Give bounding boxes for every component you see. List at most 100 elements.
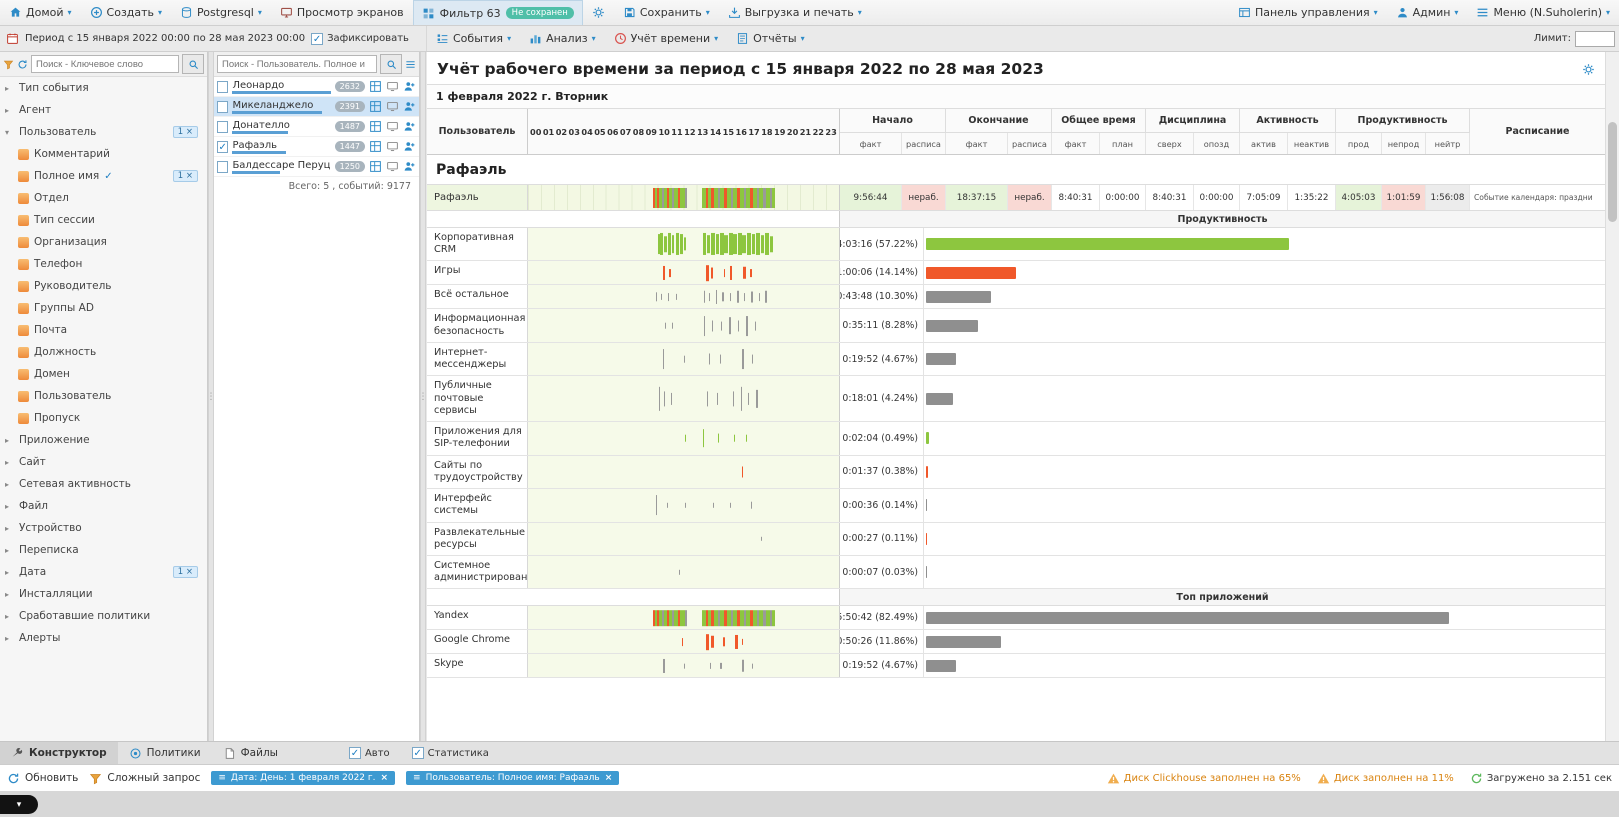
add-user-filter-icon[interactable] bbox=[403, 80, 416, 93]
save-button[interactable]: Сохранить ▾ bbox=[614, 0, 719, 25]
admin-button[interactable]: Админ ▾ bbox=[1387, 0, 1468, 25]
filter-count-badge[interactable]: 1 × bbox=[172, 566, 198, 578]
postgresql-button[interactable]: Postgresql ▾ bbox=[171, 0, 271, 25]
expander-icon[interactable]: ▸ bbox=[5, 458, 14, 467]
tree-item[interactable]: Домен bbox=[0, 363, 207, 385]
screens-icon[interactable] bbox=[386, 80, 399, 93]
search-button[interactable] bbox=[182, 54, 204, 74]
refresh-button[interactable]: Обновить bbox=[7, 772, 78, 785]
user-checkbox[interactable]: ✓ bbox=[217, 140, 229, 153]
expander-icon[interactable]: ▸ bbox=[5, 436, 14, 445]
tree-item[interactable]: Телефон bbox=[0, 253, 207, 275]
screens-icon[interactable] bbox=[386, 120, 399, 133]
events-table-icon[interactable] bbox=[369, 100, 382, 113]
list-item[interactable]: ✓ Рафаэль 1447 bbox=[214, 137, 419, 157]
list-item[interactable]: Донателло 1487 bbox=[214, 117, 419, 137]
reports-menu[interactable]: Отчёты ▾ bbox=[727, 32, 813, 45]
tree-item[interactable]: ▸ Переписка bbox=[0, 539, 207, 561]
tab-file[interactable]: Файлы bbox=[212, 742, 289, 764]
screens-icon[interactable] bbox=[386, 140, 399, 153]
expander-icon[interactable]: ▸ bbox=[5, 568, 14, 577]
time-tracking-menu[interactable]: Учёт времени ▾ bbox=[605, 32, 728, 45]
panel-splitter-2[interactable]: ⋮ bbox=[419, 52, 428, 741]
create-button[interactable]: Создать ▾ bbox=[81, 0, 172, 25]
add-user-filter-icon[interactable] bbox=[403, 160, 416, 173]
tree-item[interactable]: Группы AD bbox=[0, 297, 207, 319]
filter-chip[interactable]: ≡ Пользователь: Полное имя: Рафаэль × bbox=[406, 771, 620, 785]
tree-item[interactable]: Отдел bbox=[0, 187, 207, 209]
filter-chip[interactable]: ≡ Дата: День: 1 февраля 2022 г. × bbox=[211, 771, 396, 785]
tree-item[interactable]: Почта bbox=[0, 319, 207, 341]
expander-icon[interactable]: ▸ bbox=[5, 84, 14, 93]
option-checkbox[interactable]: ✓ Авто bbox=[348, 747, 390, 759]
list-item[interactable]: Микеланджело 2391 bbox=[214, 97, 419, 117]
tree-item[interactable]: ▸ Приложение bbox=[0, 429, 207, 451]
expander-icon[interactable]: ▸ bbox=[5, 590, 14, 599]
screens-icon[interactable] bbox=[386, 160, 399, 173]
add-user-filter-icon[interactable] bbox=[403, 140, 416, 153]
tree-item[interactable]: Тип сессии bbox=[0, 209, 207, 231]
tree-item[interactable]: Пропуск bbox=[0, 407, 207, 429]
tree-item[interactable]: ▾ Пользователь 1 × bbox=[0, 121, 207, 143]
chip-close-icon[interactable]: × bbox=[381, 773, 389, 783]
events-table-icon[interactable] bbox=[369, 80, 382, 93]
tree-item[interactable]: ▸ Сработавшие политики bbox=[0, 605, 207, 627]
filter-tab[interactable]: Фильтр 63 Не сохранен bbox=[412, 0, 583, 25]
control-panel-button[interactable]: Панель управления ▾ bbox=[1229, 0, 1387, 25]
tree-item[interactable]: ▸ Сетевая активность bbox=[0, 473, 207, 495]
option-checkbox[interactable]: ✓ Статистика bbox=[411, 747, 489, 759]
add-user-filter-icon[interactable] bbox=[403, 100, 416, 113]
user-search-button[interactable] bbox=[380, 54, 402, 74]
filter-settings-button[interactable] bbox=[583, 0, 614, 25]
events-table-icon[interactable] bbox=[369, 140, 382, 153]
advanced-query-button[interactable]: Сложный запрос bbox=[89, 772, 200, 785]
tree-item[interactable]: ▸ Устройство bbox=[0, 517, 207, 539]
tree-item[interactable]: ▸ Дата 1 × bbox=[0, 561, 207, 583]
tree-item[interactable]: ▸ Файл bbox=[0, 495, 207, 517]
events-menu[interactable]: События ▾ bbox=[427, 32, 520, 45]
list-item[interactable]: Леонардо 2632 bbox=[214, 77, 419, 97]
add-user-filter-icon[interactable] bbox=[403, 120, 416, 133]
tree-item[interactable]: ▸ Тип события bbox=[0, 77, 207, 99]
screens-icon[interactable] bbox=[386, 100, 399, 113]
expander-icon[interactable]: ▾ bbox=[5, 128, 14, 137]
expander-icon[interactable]: ▸ bbox=[5, 502, 14, 511]
user-checkbox[interactable] bbox=[217, 100, 229, 113]
tree-item[interactable]: Организация bbox=[0, 231, 207, 253]
expander-icon[interactable]: ▸ bbox=[5, 612, 14, 621]
list-menu-icon[interactable] bbox=[405, 59, 416, 70]
export-print-button[interactable]: Выгрузка и печать ▾ bbox=[719, 0, 871, 25]
main-scrollbar[interactable] bbox=[1605, 52, 1619, 741]
tree-item[interactable]: Должность bbox=[0, 341, 207, 363]
tab-wrench[interactable]: Конструктор bbox=[0, 742, 118, 764]
events-table-icon[interactable] bbox=[369, 120, 382, 133]
tab-target[interactable]: Политики bbox=[118, 742, 212, 764]
filter-count-badge[interactable]: 1 × bbox=[172, 170, 198, 182]
analysis-menu[interactable]: Анализ ▾ bbox=[520, 32, 605, 45]
user-search-input[interactable] bbox=[217, 55, 377, 73]
user-checkbox[interactable] bbox=[217, 120, 229, 133]
tree-item[interactable]: Комментарий bbox=[0, 143, 207, 165]
scrollbar-thumb[interactable] bbox=[1608, 122, 1617, 222]
list-item[interactable]: Балдессаре Перуцци1250 bbox=[214, 157, 419, 177]
fix-period-checkbox[interactable]: ✓ Зафиксировать bbox=[311, 32, 409, 45]
tree-item[interactable]: Руководитель bbox=[0, 275, 207, 297]
tree-item[interactable]: Полное имя ✓ 1 × bbox=[0, 165, 207, 187]
expander-icon[interactable]: ▸ bbox=[5, 634, 14, 643]
tree-item[interactable]: ▸ Агент bbox=[0, 99, 207, 121]
expander-icon[interactable]: ▸ bbox=[5, 480, 14, 489]
period-label[interactable]: Период с 15 января 2022 00:00 по 28 мая … bbox=[25, 33, 305, 44]
user-checkbox[interactable] bbox=[217, 80, 229, 93]
filter-count-badge[interactable]: 1 × bbox=[172, 126, 198, 138]
tree-item[interactable]: ▸ Инсталляции bbox=[0, 583, 207, 605]
events-table-icon[interactable] bbox=[369, 160, 382, 173]
report-settings-gear-icon[interactable] bbox=[1582, 63, 1595, 76]
expander-icon[interactable]: ▸ bbox=[5, 546, 14, 555]
user-checkbox[interactable] bbox=[217, 160, 229, 173]
expander-icon[interactable]: ▸ bbox=[5, 524, 14, 533]
home-button[interactable]: Домой ▾ bbox=[0, 0, 81, 25]
collapsed-overlay-pill[interactable]: ▾ bbox=[0, 795, 38, 814]
expander-icon[interactable]: ▸ bbox=[5, 106, 14, 115]
chip-close-icon[interactable]: × bbox=[605, 773, 613, 783]
tree-item[interactable]: ▸ Сайт bbox=[0, 451, 207, 473]
